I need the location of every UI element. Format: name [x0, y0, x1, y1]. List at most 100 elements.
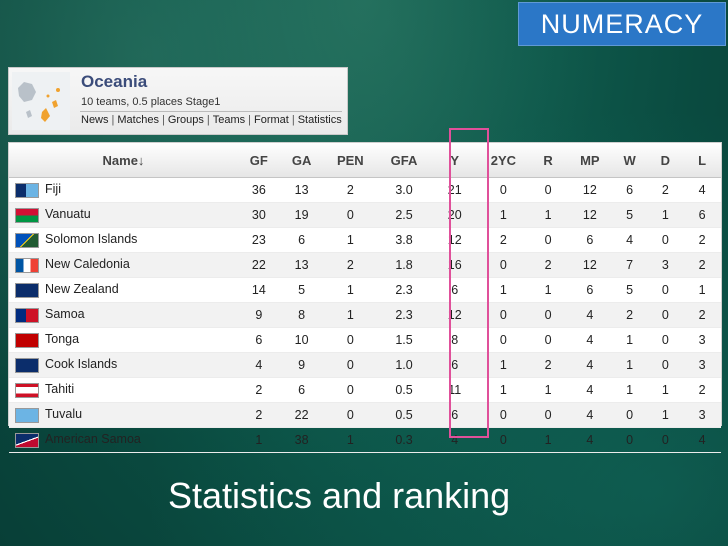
- stat-cell-mp: 4: [567, 327, 612, 353]
- team-name[interactable]: Tahiti: [45, 382, 74, 396]
- tuvalu-flag-icon: [15, 407, 39, 423]
- team-name-cell[interactable]: Cook Islands: [9, 352, 238, 378]
- team-name[interactable]: New Caledonia: [45, 257, 130, 271]
- competition-header: Oceania 10 teams, 0.5 places Stage1 News…: [8, 67, 348, 135]
- stat-cell-r: 0: [528, 327, 568, 353]
- table-row[interactable]: Tonga 6 10 0 1.5 8 0 0 4 1 0 3: [9, 327, 721, 353]
- column-header-r[interactable]: R: [528, 143, 568, 178]
- samoa-flag-icon: [15, 307, 39, 323]
- stat-cell-r: 2: [528, 252, 568, 278]
- team-name-cell[interactable]: American Samoa: [9, 427, 238, 453]
- stat-cell-d: 1: [647, 202, 684, 228]
- team-name-cell[interactable]: Tonga: [9, 327, 238, 353]
- table-row[interactable]: Tahiti 2 6 0 0.5 11 1 1 4 1 1 2: [9, 377, 721, 403]
- stat-cell-pen: 0: [323, 402, 378, 428]
- team-name[interactable]: Vanuatu: [45, 207, 91, 221]
- nav-statistics-link[interactable]: Statistics: [298, 114, 342, 126]
- stat-cell-mp: 12: [567, 252, 612, 278]
- stat-cell-l: 3: [683, 327, 721, 353]
- stat-cell-pen: 2: [323, 252, 378, 278]
- nav-format-link[interactable]: Format: [254, 114, 289, 126]
- stat-cell-gf: 2: [237, 402, 280, 428]
- stat-cell-pen: 1: [323, 227, 378, 253]
- stat-cell-mp: 4: [567, 377, 612, 403]
- stat-cell-d: 0: [647, 227, 684, 253]
- stat-cell-gfa: 2.5: [377, 202, 431, 228]
- nav-matches-link[interactable]: Matches: [117, 114, 159, 126]
- stat-cell-pen: 1: [323, 427, 378, 453]
- team-name-cell[interactable]: Solomon Islands: [9, 227, 238, 253]
- team-name-cell[interactable]: New Zealand: [9, 277, 238, 303]
- table-row[interactable]: Fiji 36 13 2 3.0 21 0 0 12 6 2 4: [9, 177, 721, 203]
- team-name-cell[interactable]: Fiji: [9, 177, 238, 203]
- stat-cell-gf: 36: [237, 177, 280, 203]
- stat-cell-pen: 0: [323, 202, 378, 228]
- stat-cell-r: 1: [528, 427, 568, 453]
- stat-cell-pen: 0: [323, 377, 378, 403]
- table-row[interactable]: Samoa 9 8 1 2.3 12 0 0 4 2 0 2: [9, 302, 721, 328]
- team-name[interactable]: Fiji: [45, 182, 61, 196]
- table-body: Fiji 36 13 2 3.0 21 0 0 12 6 2 4 Vanuatu 30 19 0 2.5 20 1 1…: [9, 177, 721, 453]
- table-row[interactable]: Solomon Islands 23 6 1 3.8 12 2 0 6 4 0 2: [9, 227, 721, 253]
- stat-cell-d: 3: [647, 252, 684, 278]
- column-header-w[interactable]: W: [611, 143, 648, 178]
- nav-separator: |: [291, 114, 295, 126]
- region-title: Oceania: [81, 72, 148, 91]
- team-name-cell[interactable]: Tuvalu: [9, 402, 238, 428]
- cook-islands-flag-icon: [15, 357, 39, 373]
- stat-cell-w: 1: [611, 352, 648, 378]
- team-name-cell[interactable]: Vanuatu: [9, 202, 238, 228]
- stat-cell-gfa: 1.0: [377, 352, 431, 378]
- vanuatu-flag-icon: [15, 207, 39, 223]
- table-row[interactable]: Tuvalu 2 22 0 0.5 6 0 0 4 0 1 3: [9, 402, 721, 428]
- stat-cell-mp: 4: [567, 402, 612, 428]
- stat-cell-ga: 38: [279, 427, 324, 453]
- column-header-name[interactable]: Name↓: [9, 143, 238, 178]
- stat-cell-w: 1: [611, 377, 648, 403]
- stat-cell-ga: 19: [279, 202, 324, 228]
- column-header-ga[interactable]: GA: [279, 143, 324, 178]
- team-name[interactable]: Tuvalu: [45, 407, 82, 421]
- stat-cell-d: 0: [647, 277, 684, 303]
- stat-cell-l: 3: [683, 352, 721, 378]
- team-name-cell[interactable]: Samoa: [9, 302, 238, 328]
- column-header-mp[interactable]: MP: [567, 143, 612, 178]
- column-header-gf[interactable]: GF: [237, 143, 280, 178]
- stat-cell-l: 3: [683, 402, 721, 428]
- stat-cell-w: 6: [611, 177, 648, 203]
- stat-cell-pen: 1: [323, 302, 378, 328]
- nav-news-link[interactable]: News: [81, 114, 109, 126]
- team-name-cell[interactable]: Tahiti: [9, 377, 238, 403]
- table-row[interactable]: Cook Islands 4 9 0 1.0 6 1 2 4 1 0 3: [9, 352, 721, 378]
- nav-groups-link[interactable]: Groups: [168, 114, 204, 126]
- team-name-cell[interactable]: New Caledonia: [9, 252, 238, 278]
- stat-cell-r: 1: [528, 202, 568, 228]
- team-name[interactable]: Samoa: [45, 307, 85, 321]
- stat-cell-gf: 4: [237, 352, 280, 378]
- team-name[interactable]: New Zealand: [45, 282, 119, 296]
- nav-separator: |: [206, 114, 210, 126]
- stat-cell-d: 1: [647, 377, 684, 403]
- table-row[interactable]: New Caledonia 22 13 2 1.8 16 0 2 12 7 3 2: [9, 252, 721, 278]
- table-row[interactable]: Vanuatu 30 19 0 2.5 20 1 1 12 5 1 6: [9, 202, 721, 228]
- stat-cell-gf: 2: [237, 377, 280, 403]
- table-row[interactable]: New Zealand 14 5 1 2.3 6 1 1 6 5 0 1: [9, 277, 721, 303]
- table-row[interactable]: American Samoa 1 38 1 0.3 4 0 1 4 0 0 4: [9, 427, 721, 453]
- column-header-d[interactable]: D: [647, 143, 684, 178]
- team-name[interactable]: Cook Islands: [45, 357, 117, 371]
- team-name[interactable]: Solomon Islands: [45, 232, 137, 246]
- stat-cell-r: 0: [528, 402, 568, 428]
- y-column-highlight: [449, 128, 489, 438]
- team-name[interactable]: American Samoa: [45, 432, 141, 446]
- column-header-pen[interactable]: PEN: [323, 143, 378, 178]
- stat-cell-r: 0: [528, 302, 568, 328]
- oceania-map-icon: [12, 72, 70, 130]
- nav-teams-link[interactable]: Teams: [213, 114, 245, 126]
- stat-cell-mp: 4: [567, 427, 612, 453]
- column-header-gfa[interactable]: GFA: [377, 143, 431, 178]
- column-header-l[interactable]: L: [683, 143, 721, 178]
- team-name[interactable]: Tonga: [45, 332, 79, 346]
- stat-cell-ga: 13: [279, 177, 324, 203]
- fiji-flag-icon: [15, 182, 39, 198]
- table-header-row: Name↓ GF GA PEN GFA Y 2YC R MP W D L: [9, 143, 721, 178]
